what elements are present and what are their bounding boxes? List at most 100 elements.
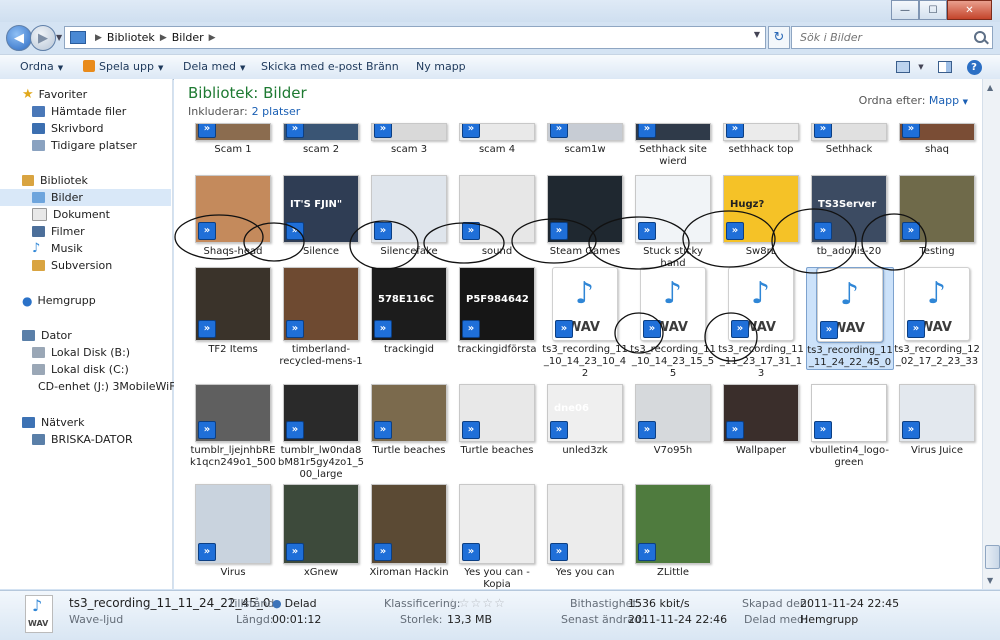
vertical-scrollbar[interactable]: ▲ ▼ — [982, 79, 1000, 589]
sidebar-item-local-disk-b[interactable]: Lokal Disk (B:) — [0, 344, 171, 361]
sidebar-item-favorites[interactable]: ★ Favoriter — [22, 86, 171, 103]
breadcrumb-bibliotek[interactable]: Bibliotek — [107, 31, 155, 44]
downloads-icon — [32, 106, 45, 117]
breadcrumb-separator-icon[interactable]: ▶ — [209, 33, 216, 43]
breadcrumb-bilder[interactable]: Bilder — [172, 31, 204, 44]
maximize-button[interactable]: ☐ — [919, 0, 947, 20]
sidebar-item-recent-places[interactable]: Tidigare platser — [0, 137, 171, 154]
new-folder-button[interactable]: Ny mapp — [416, 60, 466, 73]
address-bar[interactable]: ▶ Bibliotek ▶ Bilder ▶ ▼ — [64, 26, 766, 49]
shortcut-overlay-icon: » — [726, 421, 744, 439]
share-button[interactable]: Dela med ▼ — [183, 60, 245, 73]
sidebar-item-subversion[interactable]: Subversion — [0, 257, 171, 274]
file-item[interactable]: » sound — [454, 175, 540, 258]
file-item[interactable]: » Turtle beaches — [454, 384, 540, 457]
sidebar-item-network[interactable]: Nätverk — [22, 414, 171, 431]
shortcut-overlay-icon: » — [286, 421, 304, 439]
forward-button[interactable]: ▶ — [30, 25, 56, 51]
file-item[interactable]: » Scam 1 — [190, 123, 276, 156]
play-button[interactable]: Spela upp ▼ — [83, 60, 163, 73]
help-button[interactable]: ? — [964, 58, 984, 76]
sidebar-item-computer[interactable]: Dator — [22, 327, 171, 344]
shortcut-overlay-icon: » — [374, 124, 392, 138]
file-item[interactable]: » Stuck sticky hand — [630, 175, 716, 270]
sidebar-item-cd-drive[interactable]: CD-enhet (J:) 3MobileWiFi — [0, 378, 178, 395]
file-item[interactable]: IT'S FJIN" » Silence — [278, 175, 364, 258]
sidebar-item-videos[interactable]: Filmer — [0, 223, 171, 240]
address-dropdown-icon[interactable]: ▼ — [754, 30, 760, 39]
chevron-down-icon: ▼ — [962, 98, 968, 106]
burn-button[interactable]: Bränn — [366, 60, 399, 73]
scroll-down-icon[interactable]: ▼ — [987, 576, 993, 585]
sidebar-item-documents[interactable]: Dokument — [0, 206, 171, 223]
file-item[interactable]: » shaq — [894, 123, 980, 156]
file-item[interactable]: Hugz? » Sw8rL — [718, 175, 804, 258]
file-item[interactable]: ♪ WAV» ts3_recording_11_10_14_23_15_55 — [630, 267, 716, 380]
sidebar-item-pictures[interactable]: Bilder — [0, 189, 171, 206]
rating-stars[interactable]: ☆☆☆☆☆ — [447, 596, 506, 610]
file-item[interactable]: » Virus Juice — [894, 384, 980, 457]
recent-pages-dropdown-icon[interactable]: ▼ — [56, 33, 62, 42]
breadcrumb-separator-icon[interactable]: ▶ — [95, 33, 102, 43]
file-item[interactable]: » Sethhack — [806, 123, 892, 156]
back-button[interactable]: ◀ — [6, 25, 32, 51]
shortcut-overlay-icon: » — [638, 421, 656, 439]
file-item[interactable]: » Xiroman Hackin — [366, 484, 452, 579]
minimize-button[interactable]: — — [891, 0, 919, 20]
search-input[interactable] — [798, 30, 970, 45]
sidebar-item-briska-dator[interactable]: BRISKA-DATOR — [0, 431, 171, 448]
file-item[interactable]: » scam 3 — [366, 123, 452, 156]
file-item[interactable]: ♪ WAV» ts3_recording_11_11_24_22_45_0 — [806, 267, 894, 370]
breadcrumb-separator-icon[interactable]: ▶ — [160, 33, 167, 43]
file-item[interactable]: » scam 4 — [454, 123, 540, 156]
sidebar-item-homegroup[interactable]: ● Hemgrupp — [22, 292, 171, 309]
organize-button[interactable]: Ordna ▼ — [20, 60, 63, 73]
file-item[interactable]: » sethhack top — [718, 123, 804, 156]
file-item[interactable]: » Steam Games — [542, 175, 628, 258]
file-item[interactable]: » TF2 Items — [190, 267, 276, 356]
sidebar-item-desktop[interactable]: Skrivbord — [0, 120, 171, 137]
scroll-up-icon[interactable]: ▲ — [987, 83, 993, 92]
close-button[interactable]: ✕ — [947, 0, 992, 20]
file-item[interactable]: P5F984642 » trackingidförsta — [454, 267, 540, 356]
email-button[interactable]: Skicka med e-post — [261, 60, 362, 73]
arrange-by-dropdown[interactable]: Mapp — [929, 94, 959, 107]
includes-link[interactable]: 2 platser — [252, 105, 301, 118]
scrollbar-thumb[interactable] — [985, 545, 1000, 569]
file-item[interactable]: » V7o95h — [630, 384, 716, 457]
file-item[interactable]: » tumblr_ljejnhbREk1qcn249o1_500 — [190, 384, 276, 469]
file-item[interactable]: ♪ WAV» ts3_recording_11_10_14_23_10_42 — [542, 267, 628, 380]
view-dropdown-icon[interactable]: ▼ — [911, 58, 931, 76]
file-item[interactable]: » Yes you can - Kopia — [454, 484, 540, 589]
file-item[interactable]: » Shaqs-head — [190, 175, 276, 258]
file-item[interactable]: » Virus — [190, 484, 276, 579]
change-view-button[interactable] — [893, 58, 913, 76]
file-item[interactable]: » xGnew — [278, 484, 364, 579]
file-item[interactable]: » scam 2 — [278, 123, 364, 156]
file-item[interactable]: » vbulletin4_logo-green — [806, 384, 892, 469]
file-item[interactable]: dne06 » unled3zk — [542, 384, 628, 457]
file-name: scam 2 — [302, 144, 340, 155]
file-item[interactable]: TS3Server » tb_adonis-20 — [806, 175, 892, 258]
sidebar-item-libraries[interactable]: Bibliotek — [22, 172, 171, 189]
sidebar-item-local-disk-c[interactable]: Lokal disk (C:) — [0, 361, 171, 378]
file-item[interactable]: » Sethhack site wierd — [630, 123, 716, 168]
file-item[interactable]: » Wallpaper — [718, 384, 804, 457]
file-item[interactable]: » ZLittle — [630, 484, 716, 579]
preview-pane-button[interactable] — [935, 58, 955, 76]
file-item[interactable]: » timberland-recycled-mens-1 — [278, 267, 364, 368]
sidebar-item-downloads[interactable]: Hämtade filer — [0, 103, 171, 120]
refresh-button[interactable]: ↻ — [768, 26, 790, 49]
sidebar-item-label: Musik — [51, 242, 83, 255]
file-item[interactable]: » Turtle beaches — [366, 384, 452, 457]
file-item[interactable]: 578E116C » trackingid — [366, 267, 452, 356]
file-item[interactable]: » scam1w — [542, 123, 628, 156]
search-box[interactable] — [791, 26, 993, 49]
file-item[interactable]: ♪ WAV» ts3_recording_11_11_23_17_31_13 — [718, 267, 804, 380]
file-item[interactable]: » Yes you can — [542, 484, 628, 579]
file-item[interactable]: » tumblr_lw0nda8bM81r5gy4zo1_500_large — [278, 384, 364, 481]
file-item[interactable]: ♪ WAV» ts3_recording_12_02_17_2_23_33 — [894, 267, 980, 368]
file-item[interactable]: » Silencefake — [366, 175, 452, 258]
sidebar-item-music[interactable]: ♪ Musik — [0, 240, 171, 257]
file-item[interactable]: » Testing — [894, 175, 980, 258]
